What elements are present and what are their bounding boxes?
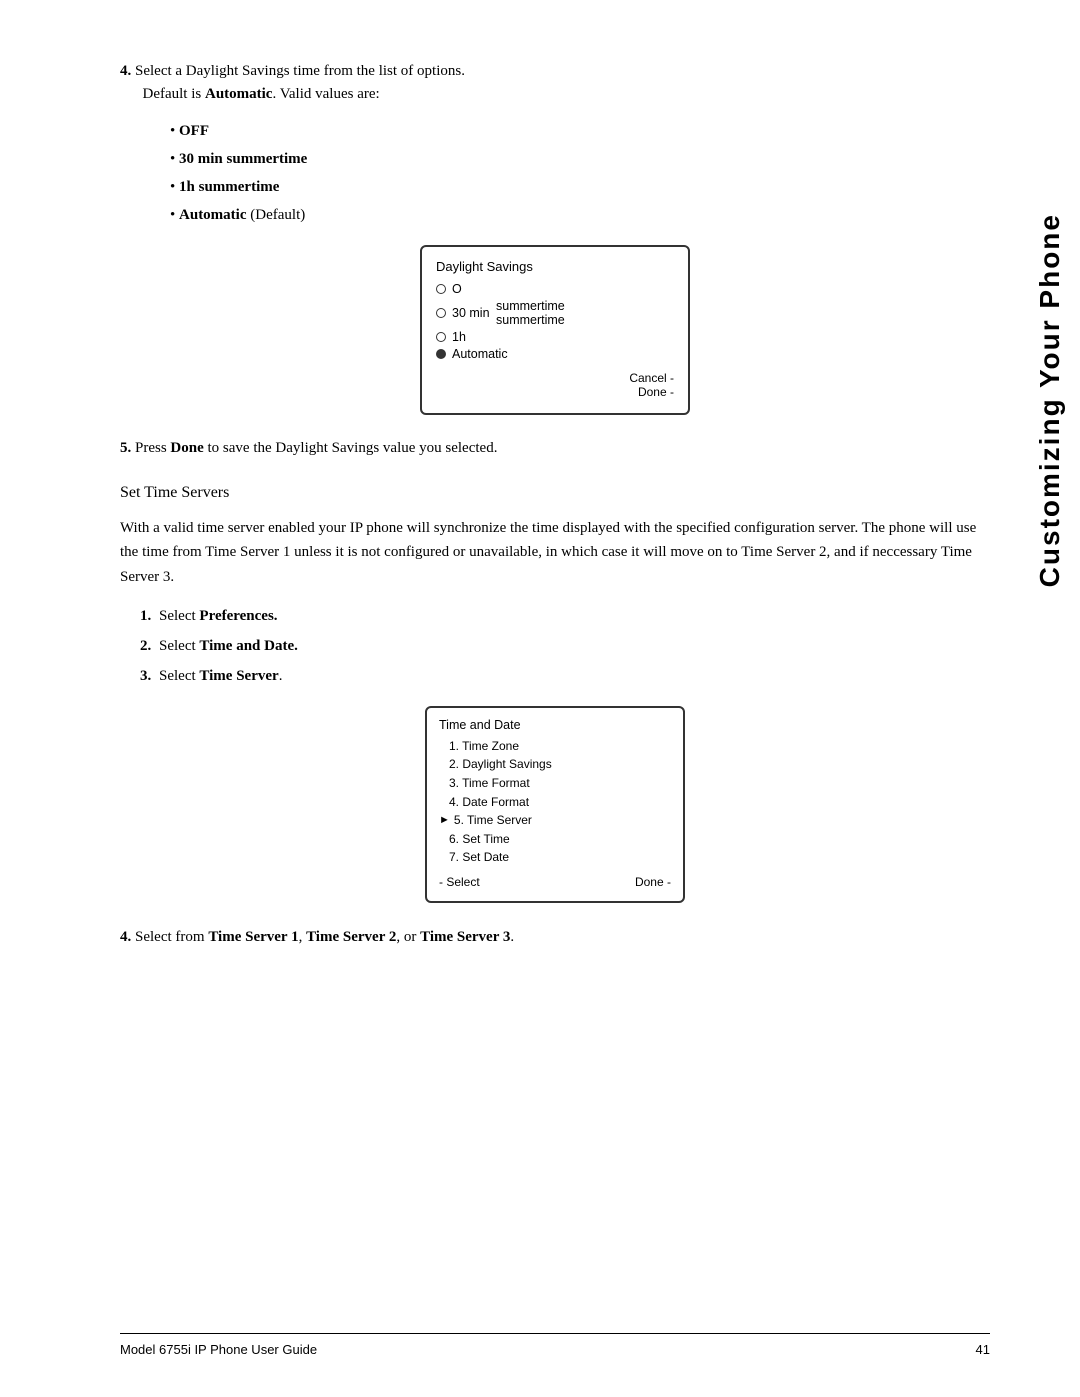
bullet-list: OFF 30 min summertime 1h summertime Auto… [170,119,990,227]
radio-option-30min: 30 min summertime summertime [436,299,674,327]
daylight-cancel: Cancel - [436,371,674,385]
bullet-off: OFF [170,119,990,143]
radio-option-automatic: Automatic [436,347,674,361]
radio-30min-label: 30 min [452,306,494,320]
daylight-savings-screen: Daylight Savings O 30 min summertime sum… [420,245,690,415]
radio-30min-circle [436,308,446,318]
step4-valid: . Valid values are: [272,86,379,102]
radio-off-label: O [452,282,462,296]
daylight-screen-footer: Cancel - Done - [436,371,674,399]
numbered-steps-list: 1. Select Preferences. 2. Select Time an… [140,604,990,688]
page-footer: Model 6755i IP Phone User Guide 41 [120,1333,990,1357]
time-date-done: Done - [635,875,671,889]
step4-intro: Select a Daylight Savings time from the … [135,63,465,79]
sidebar-text: Customizing Your Phone [1034,213,1066,587]
radio-option-off: O [436,282,674,296]
footer-left: Model 6755i IP Phone User Guide [120,1342,317,1357]
step5-item: 5. Press Done to save the Daylight Savin… [120,437,990,460]
section-heading: Set Time Servers [120,484,990,502]
menu-time-zone: 1. Time Zone [439,737,671,756]
menu-time-format: 3. Time Format [439,774,671,793]
sidebar-label: Customizing Your Phone [1020,200,1080,600]
numbered-step-3: 3. Select Time Server. [140,664,990,688]
radio-off-circle [436,284,446,294]
step4b-text: 4. Select from Time Server 1, Time Serve… [120,925,990,950]
radio-automatic-circle [436,349,446,359]
step5-bold: Done [170,440,203,456]
arrow-marker-icon: ► [439,812,450,829]
radio-1h-extra: summertime [496,313,565,327]
bullet-1h: 1h summertime [170,175,990,199]
radio-30min-extra: summertime [496,299,565,313]
numbered-step-1: 1. Select Preferences. [140,604,990,628]
footer-right: 41 [976,1342,990,1357]
bullet-30min: 30 min summertime [170,147,990,171]
menu-set-date: 7. Set Date [439,848,671,867]
numbered-step-2: 2. Select Time and Date. [140,634,990,658]
time-date-footer: - Select Done - [439,875,671,889]
body-paragraph: With a valid time server enabled your IP… [120,516,990,590]
step5-pre: Press [135,440,170,456]
daylight-done: Done - [436,385,674,399]
step4-default-bold: Automatic [205,86,273,102]
menu-daylight-savings: 2. Daylight Savings [439,755,671,774]
menu-time-server: ► 5. Time Server [439,811,671,830]
step4-number: 4. [120,63,131,79]
page-container: 4. Select a Daylight Savings time from t… [0,0,1080,1397]
radio-option-1h: 1h [436,330,674,344]
bullet-automatic: Automatic (Default) [170,203,990,227]
menu-set-time: 6. Set Time [439,830,671,849]
daylight-screen-title: Daylight Savings [436,259,674,274]
time-date-title: Time and Date [439,718,671,732]
radio-automatic-label: Automatic [452,347,508,361]
step5-number: 5. [120,440,131,456]
step4-item: 4. Select a Daylight Savings time from t… [120,60,990,105]
time-date-select: - Select [439,875,480,889]
radio-1h-label: 1h [452,330,466,344]
step5-post: to save the Daylight Savings value you s… [204,440,498,456]
menu-date-format: 4. Date Format [439,793,671,812]
step4-default-pre: Default is [143,86,205,102]
radio-1h-circle [436,332,446,342]
time-date-screen: Time and Date 1. Time Zone 2. Daylight S… [425,706,685,903]
